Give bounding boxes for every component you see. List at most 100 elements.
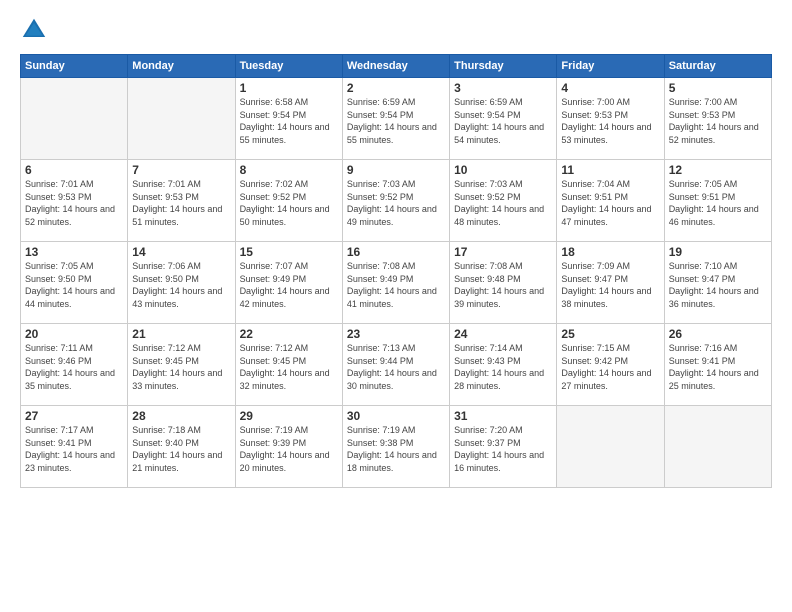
day-cell: 10Sunrise: 7:03 AMSunset: 9:52 PMDayligh… [450,160,557,242]
day-info: Sunrise: 7:17 AMSunset: 9:41 PMDaylight:… [25,424,123,474]
week-row-3: 13Sunrise: 7:05 AMSunset: 9:50 PMDayligh… [21,242,772,324]
day-info: Sunrise: 7:14 AMSunset: 9:43 PMDaylight:… [454,342,552,392]
day-number: 21 [132,327,230,341]
day-info: Sunrise: 6:58 AMSunset: 9:54 PMDaylight:… [240,96,338,146]
day-info: Sunrise: 7:04 AMSunset: 9:51 PMDaylight:… [561,178,659,228]
day-cell: 18Sunrise: 7:09 AMSunset: 9:47 PMDayligh… [557,242,664,324]
logo-icon [20,16,48,44]
day-cell [21,78,128,160]
day-cell: 28Sunrise: 7:18 AMSunset: 9:40 PMDayligh… [128,406,235,488]
week-row-5: 27Sunrise: 7:17 AMSunset: 9:41 PMDayligh… [21,406,772,488]
day-number: 18 [561,245,659,259]
day-number: 11 [561,163,659,177]
day-info: Sunrise: 7:19 AMSunset: 9:39 PMDaylight:… [240,424,338,474]
day-number: 13 [25,245,123,259]
calendar-table: SundayMondayTuesdayWednesdayThursdayFrid… [20,54,772,488]
day-info: Sunrise: 7:07 AMSunset: 9:49 PMDaylight:… [240,260,338,310]
day-number: 6 [25,163,123,177]
day-number: 10 [454,163,552,177]
day-info: Sunrise: 7:00 AMSunset: 9:53 PMDaylight:… [669,96,767,146]
day-info: Sunrise: 7:08 AMSunset: 9:48 PMDaylight:… [454,260,552,310]
day-cell: 12Sunrise: 7:05 AMSunset: 9:51 PMDayligh… [664,160,771,242]
day-info: Sunrise: 7:05 AMSunset: 9:51 PMDaylight:… [669,178,767,228]
day-number: 20 [25,327,123,341]
day-cell: 14Sunrise: 7:06 AMSunset: 9:50 PMDayligh… [128,242,235,324]
day-number: 23 [347,327,445,341]
day-cell: 7Sunrise: 7:01 AMSunset: 9:53 PMDaylight… [128,160,235,242]
day-info: Sunrise: 7:00 AMSunset: 9:53 PMDaylight:… [561,96,659,146]
day-number: 24 [454,327,552,341]
header [20,16,772,44]
day-info: Sunrise: 7:12 AMSunset: 9:45 PMDaylight:… [132,342,230,392]
day-info: Sunrise: 7:10 AMSunset: 9:47 PMDaylight:… [669,260,767,310]
col-header-tuesday: Tuesday [235,55,342,78]
day-info: Sunrise: 7:03 AMSunset: 9:52 PMDaylight:… [347,178,445,228]
day-number: 12 [669,163,767,177]
day-number: 30 [347,409,445,423]
day-number: 5 [669,81,767,95]
header-row: SundayMondayTuesdayWednesdayThursdayFrid… [21,55,772,78]
day-cell: 20Sunrise: 7:11 AMSunset: 9:46 PMDayligh… [21,324,128,406]
col-header-wednesday: Wednesday [342,55,449,78]
day-cell: 6Sunrise: 7:01 AMSunset: 9:53 PMDaylight… [21,160,128,242]
day-number: 28 [132,409,230,423]
day-cell: 8Sunrise: 7:02 AMSunset: 9:52 PMDaylight… [235,160,342,242]
day-number: 9 [347,163,445,177]
day-info: Sunrise: 7:15 AMSunset: 9:42 PMDaylight:… [561,342,659,392]
day-cell: 29Sunrise: 7:19 AMSunset: 9:39 PMDayligh… [235,406,342,488]
day-cell: 9Sunrise: 7:03 AMSunset: 9:52 PMDaylight… [342,160,449,242]
day-number: 3 [454,81,552,95]
day-cell [664,406,771,488]
day-cell [557,406,664,488]
day-cell: 19Sunrise: 7:10 AMSunset: 9:47 PMDayligh… [664,242,771,324]
day-info: Sunrise: 7:01 AMSunset: 9:53 PMDaylight:… [132,178,230,228]
day-info: Sunrise: 7:09 AMSunset: 9:47 PMDaylight:… [561,260,659,310]
day-info: Sunrise: 7:20 AMSunset: 9:37 PMDaylight:… [454,424,552,474]
day-cell: 24Sunrise: 7:14 AMSunset: 9:43 PMDayligh… [450,324,557,406]
day-number: 29 [240,409,338,423]
day-cell: 4Sunrise: 7:00 AMSunset: 9:53 PMDaylight… [557,78,664,160]
day-cell: 22Sunrise: 7:12 AMSunset: 9:45 PMDayligh… [235,324,342,406]
day-cell: 3Sunrise: 6:59 AMSunset: 9:54 PMDaylight… [450,78,557,160]
day-info: Sunrise: 7:13 AMSunset: 9:44 PMDaylight:… [347,342,445,392]
day-info: Sunrise: 6:59 AMSunset: 9:54 PMDaylight:… [454,96,552,146]
day-cell: 1Sunrise: 6:58 AMSunset: 9:54 PMDaylight… [235,78,342,160]
day-cell: 25Sunrise: 7:15 AMSunset: 9:42 PMDayligh… [557,324,664,406]
day-cell: 21Sunrise: 7:12 AMSunset: 9:45 PMDayligh… [128,324,235,406]
col-header-sunday: Sunday [21,55,128,78]
day-cell: 27Sunrise: 7:17 AMSunset: 9:41 PMDayligh… [21,406,128,488]
day-number: 8 [240,163,338,177]
day-cell: 16Sunrise: 7:08 AMSunset: 9:49 PMDayligh… [342,242,449,324]
col-header-thursday: Thursday [450,55,557,78]
day-number: 14 [132,245,230,259]
day-info: Sunrise: 7:12 AMSunset: 9:45 PMDaylight:… [240,342,338,392]
day-cell: 26Sunrise: 7:16 AMSunset: 9:41 PMDayligh… [664,324,771,406]
day-info: Sunrise: 7:02 AMSunset: 9:52 PMDaylight:… [240,178,338,228]
day-cell [128,78,235,160]
day-number: 17 [454,245,552,259]
logo [20,16,52,44]
day-number: 22 [240,327,338,341]
day-number: 2 [347,81,445,95]
day-info: Sunrise: 7:11 AMSunset: 9:46 PMDaylight:… [25,342,123,392]
day-cell: 2Sunrise: 6:59 AMSunset: 9:54 PMDaylight… [342,78,449,160]
day-cell: 30Sunrise: 7:19 AMSunset: 9:38 PMDayligh… [342,406,449,488]
day-info: Sunrise: 7:03 AMSunset: 9:52 PMDaylight:… [454,178,552,228]
day-info: Sunrise: 7:01 AMSunset: 9:53 PMDaylight:… [25,178,123,228]
day-number: 19 [669,245,767,259]
page: SundayMondayTuesdayWednesdayThursdayFrid… [0,0,792,612]
day-number: 15 [240,245,338,259]
day-cell: 13Sunrise: 7:05 AMSunset: 9:50 PMDayligh… [21,242,128,324]
day-number: 31 [454,409,552,423]
day-number: 1 [240,81,338,95]
day-info: Sunrise: 7:16 AMSunset: 9:41 PMDaylight:… [669,342,767,392]
col-header-saturday: Saturday [664,55,771,78]
day-number: 16 [347,245,445,259]
day-cell: 15Sunrise: 7:07 AMSunset: 9:49 PMDayligh… [235,242,342,324]
day-cell: 5Sunrise: 7:00 AMSunset: 9:53 PMDaylight… [664,78,771,160]
day-info: Sunrise: 7:19 AMSunset: 9:38 PMDaylight:… [347,424,445,474]
day-info: Sunrise: 7:05 AMSunset: 9:50 PMDaylight:… [25,260,123,310]
day-info: Sunrise: 7:18 AMSunset: 9:40 PMDaylight:… [132,424,230,474]
week-row-2: 6Sunrise: 7:01 AMSunset: 9:53 PMDaylight… [21,160,772,242]
day-number: 26 [669,327,767,341]
